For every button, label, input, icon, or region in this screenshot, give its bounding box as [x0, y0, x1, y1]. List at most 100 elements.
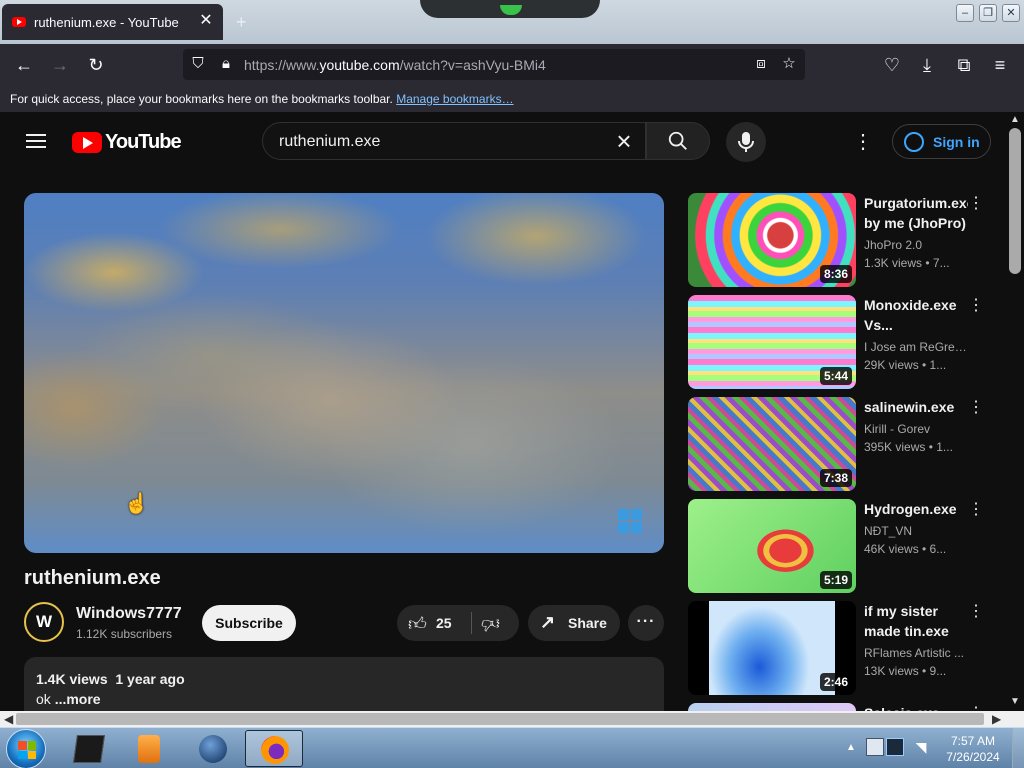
guide-menu-icon[interactable]	[26, 134, 46, 148]
recommended-video[interactable]: 2:46 if my sister made tin.exe RFlames A…	[688, 601, 988, 695]
taskbar-app[interactable]	[60, 730, 118, 767]
windows-logo-watermark	[618, 509, 642, 533]
share-button[interactable]: ↗ Share	[528, 605, 620, 641]
address-bar[interactable]: ⛉ 🔒︎ https://www.youtube.com/watch?v=ash…	[183, 49, 805, 80]
clock-time: 7:57 AM	[950, 734, 996, 748]
video-title: ruthenium.exe	[24, 567, 161, 589]
video-thumbnail[interactable]: 2:46	[688, 601, 856, 695]
duration-badge: 7:38	[819, 469, 852, 487]
subscribe-button[interactable]: Subscribe	[202, 605, 296, 641]
browser-tab-active[interactable]: ruthenium.exe - YouTube ✕	[2, 4, 223, 40]
youtube-logo[interactable]: YouTube	[72, 131, 182, 154]
picture-in-picture-icon[interactable]: ⧈	[751, 54, 771, 74]
clear-search-icon[interactable]: ×	[611, 128, 637, 154]
window-title-ornament	[420, 0, 600, 18]
recommended-video[interactable]: 5:19 Hydrogen.exe NĐT_VN 46K views • 6..…	[688, 499, 988, 593]
recommended-kebab-icon[interactable]: ⋮	[968, 499, 984, 519]
taskbar-app-firefox[interactable]	[245, 730, 303, 767]
tab-title: ruthenium.exe - YouTube	[34, 15, 179, 30]
duration-badge: 8:36	[819, 265, 852, 283]
recommended-title[interactable]: salinewin.exe	[864, 397, 968, 417]
horizontal-scroll-thumb[interactable]	[16, 713, 984, 725]
recommended-channel[interactable]: Kirill - Gorev	[864, 422, 968, 436]
manage-bookmarks-link[interactable]: Manage bookmarks…	[396, 92, 513, 106]
recommended-channel[interactable]: JhoPro 2.0	[864, 238, 968, 252]
horizontal-scrollbar[interactable]: ◀ ▶	[0, 711, 1006, 727]
vertical-scroll-thumb[interactable]	[1009, 128, 1021, 274]
recommended-meta: 29K views • 1...	[864, 358, 947, 372]
microphone-icon	[738, 132, 754, 152]
scroll-left-arrow-icon[interactable]: ◀	[4, 711, 13, 727]
voice-search-button[interactable]	[726, 122, 766, 162]
recommended-kebab-icon[interactable]: ⋮	[968, 601, 984, 621]
show-desktop-button[interactable]	[1012, 728, 1024, 768]
description-box[interactable]: 1.4K views 1 year ago ok ...more	[24, 657, 664, 712]
globe-app-icon	[199, 735, 227, 763]
scroll-down-arrow-icon[interactable]: ▼	[1010, 696, 1020, 707]
search-input[interactable]: ruthenium.exe ×	[262, 122, 646, 160]
more-actions-button[interactable]: ···	[628, 605, 664, 641]
reload-icon[interactable]: ↻	[82, 52, 110, 78]
windows-flag-icon	[18, 741, 36, 759]
recommended-video[interactable]: 8:36 Purgatorium.exe by me (JhoPro) JhoP…	[688, 193, 988, 287]
vertical-scrollbar[interactable]: ▲ ▼	[1006, 112, 1024, 712]
extensions-icon[interactable]: ⧉	[950, 52, 978, 78]
recommended-title[interactable]: Monoxide.exe Vs...	[864, 295, 968, 335]
recommended-channel[interactable]: I Jose am ReGret...	[864, 340, 968, 354]
tracking-shield-icon[interactable]: ⛉	[188, 54, 208, 74]
taskbar-clock[interactable]: 7:57 AM 7/26/2024	[936, 733, 1010, 765]
pocket-icon[interactable]: ♡	[878, 52, 906, 78]
recommended-channel[interactable]: RFlames Artistic ...	[864, 646, 968, 660]
recommended-video[interactable]: 5:44 Monoxide.exe Vs... I Jose am ReGret…	[688, 295, 988, 389]
video-thumbnail[interactable]: 5:44	[688, 295, 856, 389]
start-button[interactable]	[6, 729, 46, 768]
video-thumbnail[interactable]: 5:19	[688, 499, 856, 593]
show-more-link[interactable]: ...more	[55, 691, 101, 707]
search-button[interactable]	[646, 122, 710, 160]
url-text[interactable]: https://www.youtube.com/watch?v=ashVyu-B…	[244, 57, 546, 73]
minimize-window-button[interactable]: –	[956, 4, 974, 22]
account-icon	[904, 132, 924, 152]
recommended-kebab-icon[interactable]: ⋮	[968, 295, 984, 315]
lock-icon[interactable]: 🔒︎	[216, 54, 236, 74]
dislike-button[interactable]: 👍︎	[473, 605, 519, 641]
recommended-video[interactable]: 7:38 salinewin.exe Kirill - Gorev 395K v…	[688, 397, 988, 491]
like-button[interactable]: 👍︎ 25	[397, 605, 471, 641]
scroll-up-arrow-icon[interactable]: ▲	[1010, 114, 1020, 125]
video-thumbnail[interactable]: 8:36	[688, 193, 856, 287]
video-player[interactable]: ☝	[24, 193, 664, 553]
recommended-title[interactable]: Hydrogen.exe	[864, 499, 968, 519]
video-thumbnail[interactable]: 7:38	[688, 397, 856, 491]
restore-window-button[interactable]: ❐	[979, 4, 997, 22]
downloads-icon[interactable]: ⤓	[913, 52, 941, 78]
forward-arrow-icon[interactable]: →	[46, 52, 74, 78]
recommended-kebab-icon[interactable]: ⋮	[968, 397, 984, 417]
channel-name[interactable]: Windows7777	[76, 605, 182, 623]
share-arrow-icon: ↗	[540, 612, 556, 632]
youtube-page: YouTube ruthenium.exe × ⋮ Sign in ☝ ruth…	[0, 112, 1006, 712]
network-tray-icon[interactable]	[886, 738, 904, 756]
bookmark-star-icon[interactable]: ☆	[779, 54, 799, 74]
recommended-kebab-icon[interactable]: ⋮	[968, 193, 984, 213]
windows-taskbar: ▲ ◥ 7:57 AM 7/26/2024	[0, 727, 1024, 768]
menu-hamburger-icon[interactable]: ≡	[986, 52, 1014, 78]
settings-kebab-icon[interactable]: ⋮	[850, 130, 876, 154]
sign-in-button[interactable]: Sign in	[892, 124, 991, 159]
close-window-button[interactable]: ✕	[1002, 4, 1020, 22]
new-tab-plus-icon[interactable]: +	[236, 12, 247, 33]
recommended-meta: 395K views • 1...	[864, 440, 953, 454]
like-dislike-group: 👍︎ 25 👍︎	[397, 605, 519, 641]
recommended-title[interactable]: if my sister made tin.exe	[864, 601, 968, 641]
recommended-title[interactable]: Purgatorium.exe by me (JhoPro)	[864, 193, 968, 233]
show-hidden-icons-arrow-icon[interactable]: ▲	[846, 742, 856, 753]
taskbar-app[interactable]	[120, 730, 178, 767]
recommended-channel[interactable]: NĐT_VN	[864, 524, 968, 538]
bookmarks-message: For quick access, place your bookmarks h…	[10, 92, 514, 106]
scroll-right-arrow-icon[interactable]: ▶	[992, 711, 1001, 727]
tab-close-icon[interactable]: ✕	[197, 12, 215, 30]
channel-avatar[interactable]: W	[24, 602, 64, 642]
volume-tray-icon[interactable]: ◥	[912, 738, 930, 756]
notification-tray-icon[interactable]	[866, 738, 884, 756]
back-arrow-icon[interactable]: ←	[10, 52, 38, 78]
taskbar-app[interactable]	[184, 730, 242, 767]
